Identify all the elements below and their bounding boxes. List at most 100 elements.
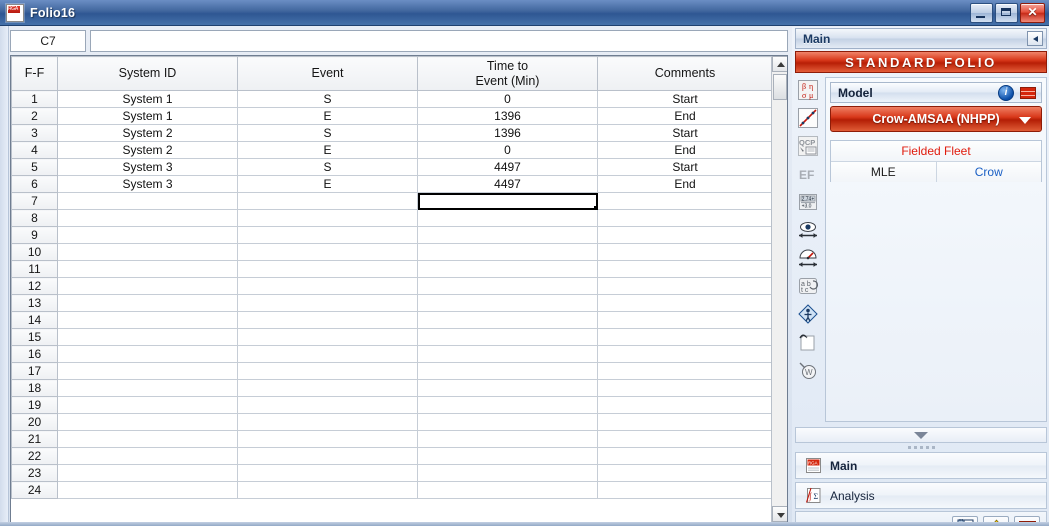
- cell-comments[interactable]: [597, 362, 773, 380]
- row-header[interactable]: 13: [11, 294, 58, 312]
- cell-event[interactable]: [237, 209, 418, 227]
- cell-system-id[interactable]: System 3: [57, 175, 238, 193]
- column-header-time-to-event[interactable]: Time to Event (Min): [417, 56, 598, 91]
- cell-comments[interactable]: [597, 226, 773, 244]
- cell-event[interactable]: [237, 430, 418, 448]
- row-header[interactable]: 20: [11, 413, 58, 431]
- cell-system-id[interactable]: System 1: [57, 90, 238, 108]
- formula-input[interactable]: [90, 30, 788, 52]
- cell-time-to-event[interactable]: 4497: [417, 158, 598, 176]
- cell-time-to-event[interactable]: [417, 413, 598, 431]
- row-header[interactable]: 3: [11, 124, 58, 142]
- nav-item-main[interactable]: RGA Main: [795, 452, 1047, 479]
- row-header[interactable]: 6: [11, 175, 58, 193]
- cell-comments[interactable]: [597, 209, 773, 227]
- row-header[interactable]: 1: [11, 90, 58, 108]
- eye-spread-icon[interactable]: [795, 217, 821, 243]
- row-header[interactable]: 18: [11, 379, 58, 397]
- row-header[interactable]: 4: [11, 141, 58, 159]
- cell-comments[interactable]: Start: [597, 124, 773, 142]
- scroll-up-button[interactable]: [772, 56, 787, 72]
- cell-event[interactable]: [237, 226, 418, 244]
- watermark-icon[interactable]: W: [795, 357, 821, 383]
- cell-comments[interactable]: [597, 481, 773, 499]
- cell-comments[interactable]: [597, 464, 773, 482]
- cell-time-to-event[interactable]: [417, 226, 598, 244]
- row-header[interactable]: 24: [11, 481, 58, 499]
- info-icon[interactable]: [998, 84, 1014, 101]
- cell-time-to-event[interactable]: 1396: [417, 107, 598, 125]
- close-button[interactable]: ✕: [1020, 2, 1045, 23]
- cell-event[interactable]: [237, 277, 418, 295]
- cell-event[interactable]: [237, 413, 418, 431]
- cell-system-id[interactable]: System 2: [57, 141, 238, 159]
- cell-time-to-event[interactable]: [417, 243, 598, 261]
- cell-system-id[interactable]: [57, 447, 238, 465]
- cell-event[interactable]: E: [237, 175, 418, 193]
- cell-system-id[interactable]: [57, 294, 238, 312]
- cell-time-to-event[interactable]: [417, 311, 598, 329]
- cell-time-to-event[interactable]: [417, 260, 598, 278]
- row-header[interactable]: 21: [11, 430, 58, 448]
- cell-comments[interactable]: [597, 243, 773, 261]
- cell-system-id[interactable]: [57, 464, 238, 482]
- cell-comments[interactable]: [597, 413, 773, 431]
- cell-event[interactable]: E: [237, 107, 418, 125]
- row-header[interactable]: 15: [11, 328, 58, 346]
- cell-event[interactable]: E: [237, 141, 418, 159]
- cell-system-id[interactable]: [57, 430, 238, 448]
- cell-event[interactable]: S: [237, 90, 418, 108]
- calculator-icon[interactable]: 2.74+ +3.0: [795, 189, 821, 215]
- diamond-person-icon[interactable]: [795, 301, 821, 327]
- cell-comments[interactable]: [597, 260, 773, 278]
- cell-time-to-event[interactable]: [417, 345, 598, 363]
- cell-system-id[interactable]: [57, 362, 238, 380]
- cell-event[interactable]: [237, 328, 418, 346]
- cell-comments[interactable]: End: [597, 141, 773, 159]
- cell-comments[interactable]: [597, 430, 773, 448]
- cell-comments[interactable]: [597, 192, 773, 210]
- cell-event[interactable]: S: [237, 158, 418, 176]
- cell-time-to-event[interactable]: [417, 277, 598, 295]
- collapse-left-icon[interactable]: [1027, 31, 1043, 46]
- column-header-comments[interactable]: Comments: [597, 56, 773, 91]
- cell-comments[interactable]: [597, 379, 773, 397]
- cell-comments[interactable]: [597, 396, 773, 414]
- cell-event[interactable]: [237, 260, 418, 278]
- model-dropdown[interactable]: Crow-AMSAA (NHPP): [830, 106, 1042, 132]
- cell-time-to-event[interactable]: [417, 447, 598, 465]
- cell-time-to-event[interactable]: [417, 209, 598, 227]
- row-header[interactable]: 8: [11, 209, 58, 227]
- cell-time-to-event[interactable]: [417, 379, 598, 397]
- cell-comments[interactable]: End: [597, 175, 773, 193]
- cell-time-to-event[interactable]: [417, 362, 598, 380]
- row-header[interactable]: 5: [11, 158, 58, 176]
- cell-system-id[interactable]: [57, 396, 238, 414]
- cell-system-id[interactable]: [57, 209, 238, 227]
- cell-system-id[interactable]: [57, 328, 238, 346]
- row-header[interactable]: 23: [11, 464, 58, 482]
- cell-time-to-event[interactable]: 0: [417, 90, 598, 108]
- cell-event[interactable]: S: [237, 124, 418, 142]
- cell-comments[interactable]: End: [597, 107, 773, 125]
- row-header[interactable]: 19: [11, 396, 58, 414]
- row-header[interactable]: 2: [11, 107, 58, 125]
- cell-time-to-event[interactable]: [417, 328, 598, 346]
- scrollbar-thumb[interactable]: [773, 74, 787, 100]
- row-header[interactable]: 10: [11, 243, 58, 261]
- cell-system-id[interactable]: [57, 226, 238, 244]
- cell-time-to-event[interactable]: [417, 481, 598, 499]
- column-header-system-id[interactable]: System ID: [57, 56, 238, 91]
- cell-time-to-event[interactable]: [417, 430, 598, 448]
- cell-system-id[interactable]: [57, 481, 238, 499]
- cell-system-id[interactable]: [57, 277, 238, 295]
- cell-time-to-event[interactable]: 4497: [417, 175, 598, 193]
- row-header[interactable]: 7: [11, 192, 58, 210]
- cell-comments[interactable]: [597, 294, 773, 312]
- row-header[interactable]: 9: [11, 226, 58, 244]
- cell-system-id[interactable]: [57, 192, 238, 210]
- cell-system-id[interactable]: [57, 260, 238, 278]
- parameters-icon[interactable]: β η σ μ: [795, 77, 821, 103]
- cell-time-to-event[interactable]: 0: [417, 141, 598, 159]
- row-header[interactable]: 16: [11, 345, 58, 363]
